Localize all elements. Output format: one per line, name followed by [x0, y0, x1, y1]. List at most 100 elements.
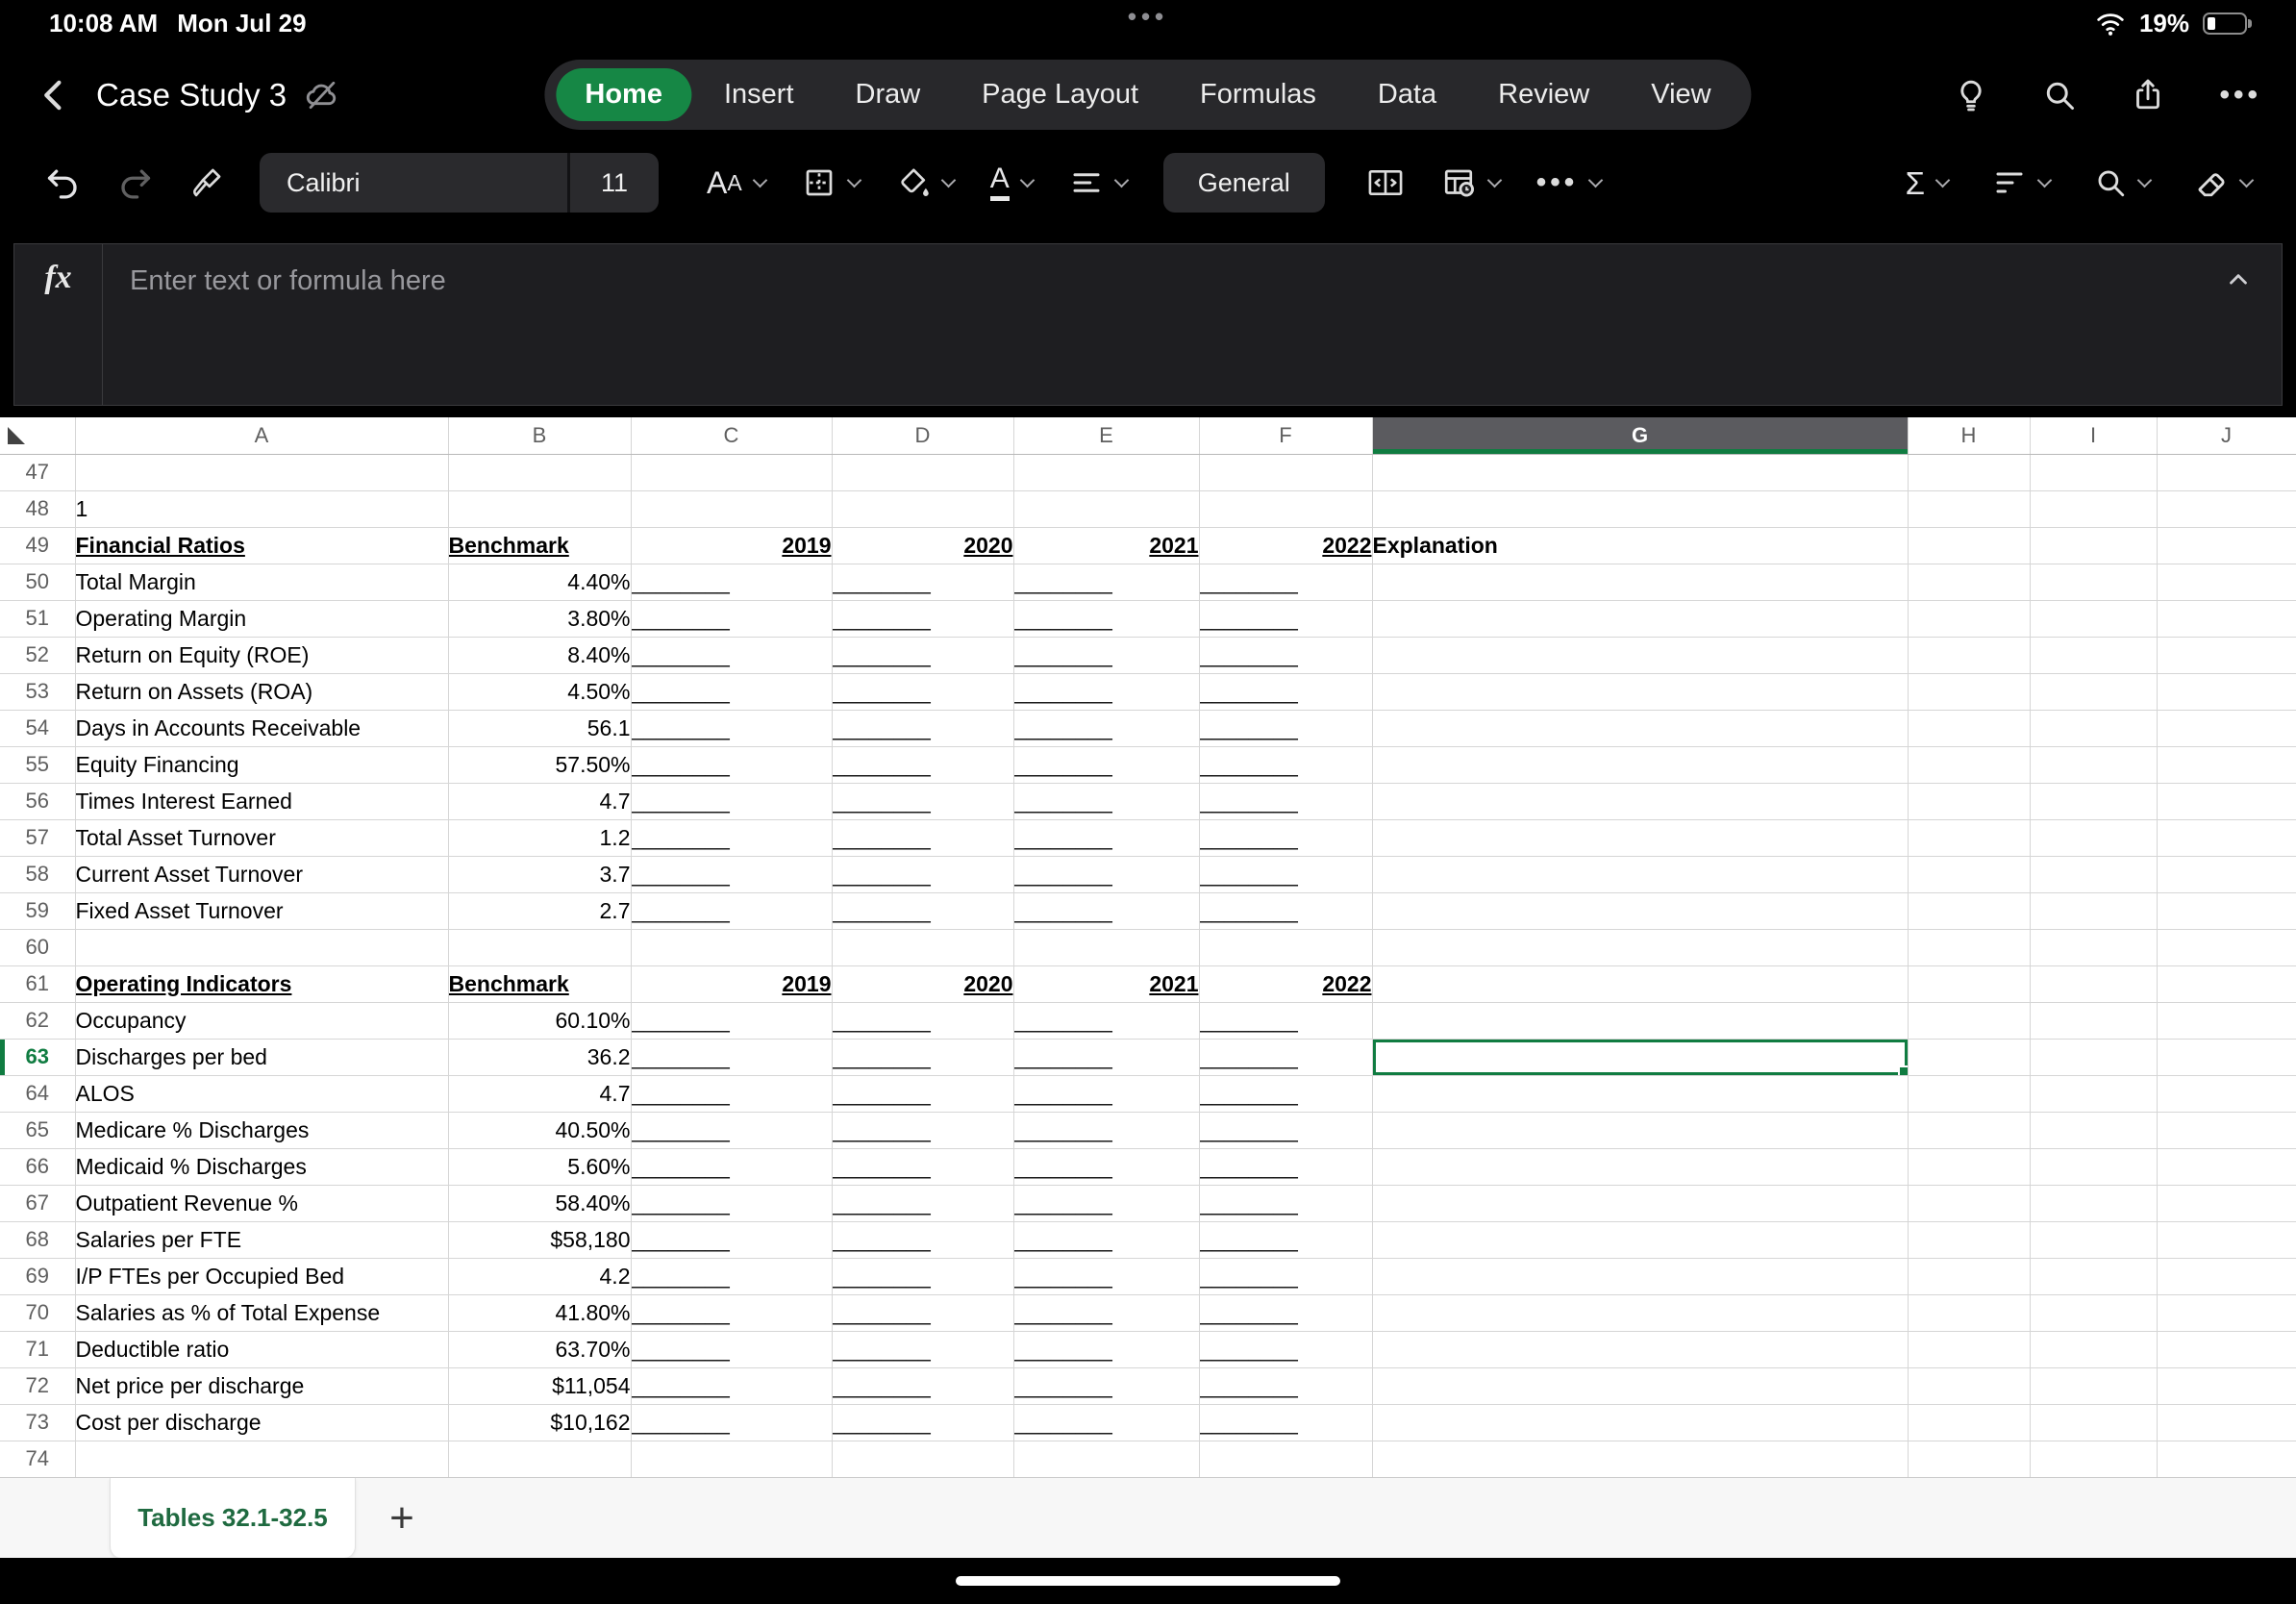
cell-B62[interactable]: 60.10%: [448, 1002, 632, 1040]
cell-C72[interactable]: ________: [631, 1367, 833, 1405]
cell-C54[interactable]: ________: [631, 710, 833, 747]
cell-H64[interactable]: [1908, 1075, 2031, 1113]
cell-J53[interactable]: [2157, 673, 2296, 711]
cell-J63[interactable]: [2157, 1039, 2296, 1076]
cell-E49[interactable]: 2021: [1013, 527, 1200, 564]
cell-D74[interactable]: [832, 1441, 1014, 1477]
cell-D51[interactable]: ________: [832, 600, 1014, 638]
cell-format-button[interactable]: [1440, 165, 1503, 200]
column-header-D[interactable]: D: [832, 417, 1014, 455]
cell-F68[interactable]: ________: [1199, 1221, 1373, 1259]
cell-I67[interactable]: [2030, 1185, 2158, 1222]
cell-B50[interactable]: 4.40%: [448, 564, 632, 601]
cell-G67[interactable]: [1372, 1185, 1909, 1222]
cell-E47[interactable]: [1013, 454, 1200, 491]
cell-I68[interactable]: [2030, 1221, 2158, 1259]
row-header-48[interactable]: 48: [0, 490, 76, 528]
document-title[interactable]: Case Study 3: [96, 77, 287, 113]
alignment-button[interactable]: [1069, 165, 1129, 200]
tab-draw[interactable]: Draw: [827, 68, 950, 121]
cell-A50[interactable]: Total Margin: [75, 564, 449, 601]
cell-I63[interactable]: [2030, 1039, 2158, 1076]
cell-I73[interactable]: [2030, 1404, 2158, 1441]
cell-C61[interactable]: 2019: [631, 965, 833, 1003]
cell-C59[interactable]: ________: [631, 892, 833, 930]
cell-H74[interactable]: [1908, 1441, 2031, 1477]
cell-C56[interactable]: ________: [631, 783, 833, 820]
cell-B48[interactable]: [448, 490, 632, 528]
formula-input[interactable]: Enter text or formula here: [103, 244, 2195, 405]
cell-G71[interactable]: [1372, 1331, 1909, 1368]
cell-E58[interactable]: ________: [1013, 856, 1200, 893]
cell-G51[interactable]: [1372, 600, 1909, 638]
cell-A47[interactable]: [75, 454, 449, 491]
cell-G52[interactable]: [1372, 637, 1909, 674]
cell-F53[interactable]: ________: [1199, 673, 1373, 711]
cell-D71[interactable]: ________: [832, 1331, 1014, 1368]
cell-C70[interactable]: ________: [631, 1294, 833, 1332]
cell-H69[interactable]: [1908, 1258, 2031, 1295]
sort-filter-button[interactable]: [1992, 165, 2053, 200]
tab-page-layout[interactable]: Page Layout: [953, 68, 1167, 121]
cell-E66[interactable]: ________: [1013, 1148, 1200, 1186]
cell-C51[interactable]: ________: [631, 600, 833, 638]
row-header-68[interactable]: 68: [0, 1221, 76, 1259]
cell-J64[interactable]: [2157, 1075, 2296, 1113]
font-color-button[interactable]: A: [989, 164, 1035, 201]
cell-G50[interactable]: [1372, 564, 1909, 601]
font-size-button[interactable]: 11: [570, 168, 659, 198]
cell-C52[interactable]: ________: [631, 637, 833, 674]
row-header-60[interactable]: 60: [0, 929, 76, 966]
cell-H51[interactable]: [1908, 600, 2031, 638]
column-header-H[interactable]: H: [1908, 417, 2031, 455]
row-header-72[interactable]: 72: [0, 1367, 76, 1405]
cell-C57[interactable]: ________: [631, 819, 833, 857]
cell-H61[interactable]: [1908, 965, 2031, 1003]
cell-A59[interactable]: Fixed Asset Turnover: [75, 892, 449, 930]
cell-F48[interactable]: [1199, 490, 1373, 528]
lightbulb-icon[interactable]: [1954, 78, 1988, 113]
cell-F66[interactable]: ________: [1199, 1148, 1373, 1186]
cell-B49[interactable]: Benchmark: [448, 527, 632, 564]
cell-C67[interactable]: ________: [631, 1185, 833, 1222]
add-sheet-button[interactable]: +: [356, 1478, 448, 1558]
undo-button[interactable]: [44, 164, 81, 201]
column-header-F[interactable]: F: [1199, 417, 1373, 455]
cell-C74[interactable]: [631, 1441, 833, 1477]
cell-G68[interactable]: [1372, 1221, 1909, 1259]
cell-E65[interactable]: ________: [1013, 1112, 1200, 1149]
cell-C69[interactable]: ________: [631, 1258, 833, 1295]
column-header-I[interactable]: I: [2030, 417, 2158, 455]
cell-E61[interactable]: 2021: [1013, 965, 1200, 1003]
cell-J56[interactable]: [2157, 783, 2296, 820]
cell-A51[interactable]: Operating Margin: [75, 600, 449, 638]
cell-F69[interactable]: ________: [1199, 1258, 1373, 1295]
cell-D60[interactable]: [832, 929, 1014, 966]
cell-D52[interactable]: ________: [832, 637, 1014, 674]
cell-F73[interactable]: ________: [1199, 1404, 1373, 1441]
sheet-tab-active[interactable]: Tables 32.1-32.5: [110, 1478, 356, 1558]
cell-C55[interactable]: ________: [631, 746, 833, 784]
cell-H48[interactable]: [1908, 490, 2031, 528]
cell-I60[interactable]: [2030, 929, 2158, 966]
cell-E71[interactable]: ________: [1013, 1331, 1200, 1368]
cell-B69[interactable]: 4.2: [448, 1258, 632, 1295]
cell-H57[interactable]: [1908, 819, 2031, 857]
cell-D54[interactable]: ________: [832, 710, 1014, 747]
cell-F74[interactable]: [1199, 1441, 1373, 1477]
cell-J54[interactable]: [2157, 710, 2296, 747]
cell-G59[interactable]: [1372, 892, 1909, 930]
cell-D61[interactable]: 2020: [832, 965, 1014, 1003]
cell-C62[interactable]: ________: [631, 1002, 833, 1040]
cell-E69[interactable]: ________: [1013, 1258, 1200, 1295]
cell-E56[interactable]: ________: [1013, 783, 1200, 820]
cell-A52[interactable]: Return on Equity (ROE): [75, 637, 449, 674]
cell-H68[interactable]: [1908, 1221, 2031, 1259]
column-header-B[interactable]: B: [448, 417, 632, 455]
cell-E72[interactable]: ________: [1013, 1367, 1200, 1405]
cell-I49[interactable]: [2030, 527, 2158, 564]
cell-B56[interactable]: 4.7: [448, 783, 632, 820]
cell-F47[interactable]: [1199, 454, 1373, 491]
cell-C48[interactable]: [631, 490, 833, 528]
cell-H73[interactable]: [1908, 1404, 2031, 1441]
